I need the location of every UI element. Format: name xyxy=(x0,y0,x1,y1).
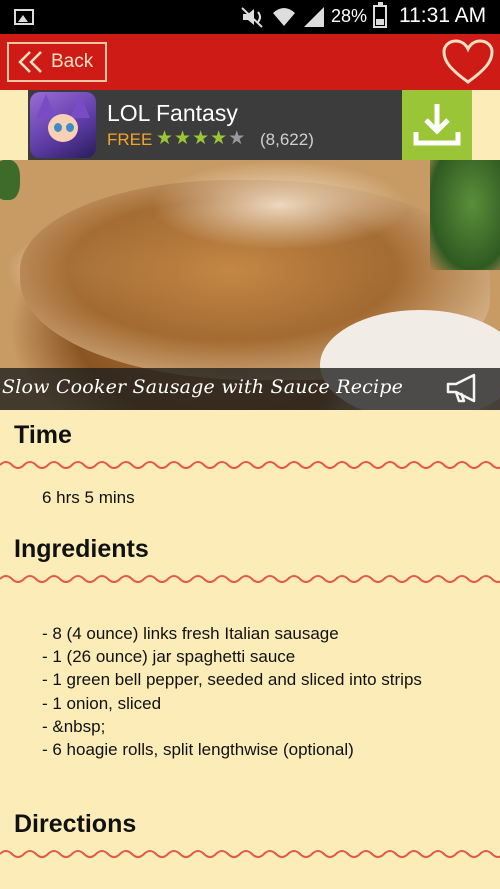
ingredients-list: - 8 (4 ounce) links fresh Italian sausag… xyxy=(42,622,482,761)
download-icon xyxy=(413,104,461,146)
time-heading: Time xyxy=(14,421,72,449)
star-icon: ★ xyxy=(210,127,228,149)
ad-title: LOL Fantasy xyxy=(107,100,238,126)
ad-banner[interactable]: LOL Fantasy FREE ★ ★ ★ ★ ★ (8,622) xyxy=(28,90,472,160)
time-value: 6 hrs 5 mins xyxy=(42,488,135,507)
clock: 11:31 AM xyxy=(399,4,487,27)
star-icon: ★ xyxy=(192,127,210,149)
install-button[interactable] xyxy=(402,90,472,160)
photo-highlight xyxy=(150,160,410,250)
back-label: Back xyxy=(51,51,94,72)
directions-heading: Directions xyxy=(14,810,137,838)
list-item: - &nbsp; xyxy=(42,716,106,736)
photo-caption: Slow Cooker Sausage with Sauce Recipe xyxy=(0,368,500,410)
wavy-divider xyxy=(0,461,500,469)
battery-percent: 28% xyxy=(331,6,368,26)
photo-greens-right xyxy=(430,160,500,270)
gallery-icon xyxy=(14,9,34,25)
megaphone-icon[interactable] xyxy=(442,372,482,404)
star-empty-icon: ★ xyxy=(228,127,246,149)
recipe-title: Slow Cooker Sausage with Sauce Recipe xyxy=(2,376,404,398)
ingredients-heading: Ingredients xyxy=(14,535,149,563)
ear-right xyxy=(70,94,90,118)
battery-icon xyxy=(373,2,387,28)
double-chevron-left-icon xyxy=(18,51,42,73)
back-button[interactable]: Back xyxy=(7,42,107,82)
eye-right xyxy=(66,123,74,132)
list-item: - 6 hoagie rolls, split lengthwise (opti… xyxy=(42,740,354,760)
top-bar: Back xyxy=(0,34,500,90)
app-icon xyxy=(30,92,96,158)
wavy-divider xyxy=(0,850,500,858)
mute-icon xyxy=(241,7,263,28)
ear-left xyxy=(36,94,56,118)
list-item: - 1 green bell pepper, seeded and sliced… xyxy=(42,670,422,690)
heart-icon[interactable] xyxy=(442,39,494,85)
rating-count: (8,622) xyxy=(260,130,314,149)
list-item: - 1 (26 ounce) jar spaghetti sauce xyxy=(42,647,296,667)
wavy-divider xyxy=(0,575,500,583)
signal-icon xyxy=(304,7,324,27)
ad-price: FREE xyxy=(107,130,153,149)
rating-stars: ★ ★ ★ ★ ★ xyxy=(156,128,245,148)
wifi-icon xyxy=(273,8,295,26)
status-bar: 28% 11:31 AM xyxy=(0,0,500,34)
photo-greens-left xyxy=(0,160,20,200)
status-icons xyxy=(240,5,326,29)
list-item: - 8 (4 ounce) links fresh Italian sausag… xyxy=(42,624,339,643)
eye-left xyxy=(54,123,62,132)
star-icon: ★ xyxy=(174,127,192,149)
list-item: - 1 onion, sliced xyxy=(42,693,162,713)
star-icon: ★ xyxy=(156,127,174,149)
